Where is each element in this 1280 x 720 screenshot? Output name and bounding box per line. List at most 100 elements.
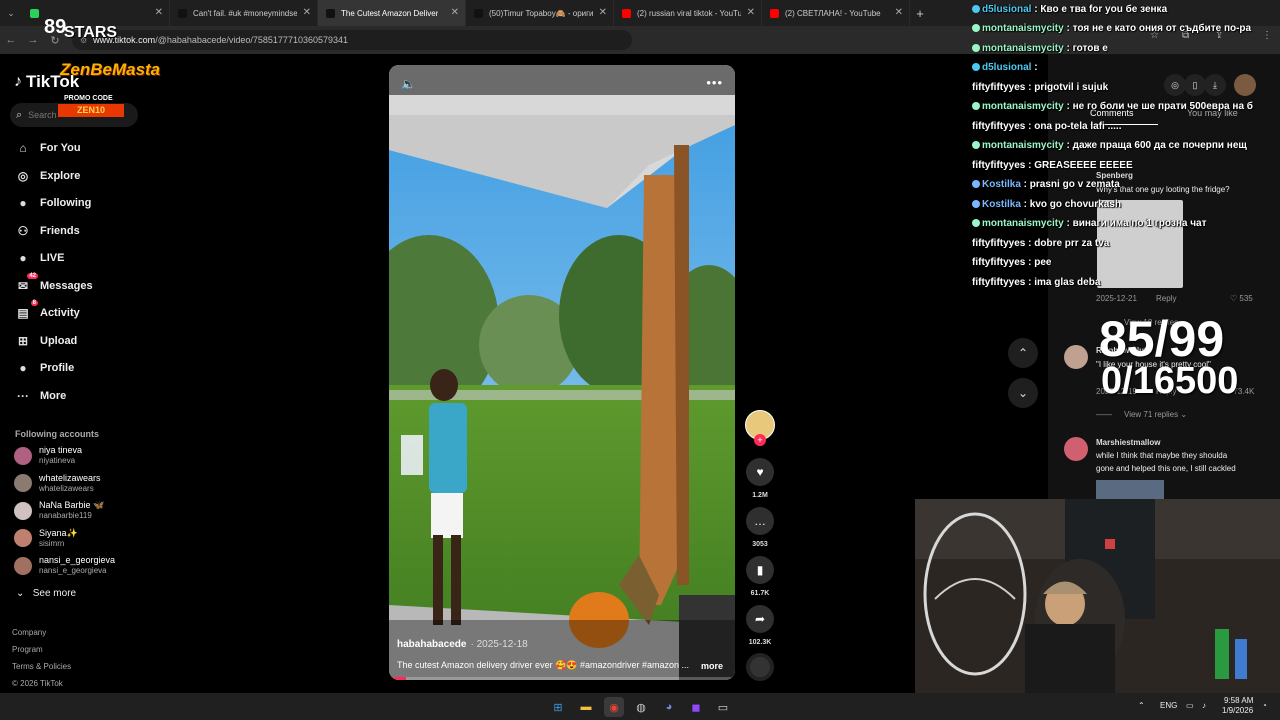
following-account[interactable]: nansi_e_georgieva nansi_e_georgieva [14, 555, 115, 576]
chat-username[interactable]: montanaismycity [982, 101, 1064, 112]
footer-link[interactable]: Program [12, 645, 43, 654]
comment-image[interactable] [1096, 480, 1164, 500]
menu-dots-icon[interactable]: ⋮ [1262, 30, 1272, 41]
twitch-icon[interactable]: ◼ [686, 697, 706, 717]
following-account[interactable]: Siyana✨ sisimrn [14, 528, 78, 549]
user-avatar[interactable] [1234, 74, 1256, 96]
view-replies-button[interactable]: View 71 replies ⌄ [1124, 410, 1187, 419]
close-tab-icon[interactable]: ✕ [747, 7, 755, 18]
chrome-icon[interactable]: ◉ [604, 697, 624, 717]
stars-count: 89 [44, 16, 67, 38]
chat-username[interactable]: Kostilka [982, 179, 1021, 190]
forward-icon[interactable]: → [22, 34, 44, 46]
obs-icon[interactable]: ◍ [631, 697, 651, 717]
chat-username[interactable]: montanaismycity [982, 140, 1064, 151]
clock-time[interactable]: 9:58 AM [1224, 696, 1253, 705]
sidebar-item-for-you[interactable]: ⌂ For You [14, 141, 80, 155]
video-author[interactable]: habahabacede · 2025-12-18 [397, 639, 528, 650]
chat-text: : ona po-tela lafi ..... [1025, 121, 1122, 132]
discord-icon[interactable]: ◕ [659, 697, 679, 717]
share-button[interactable]: ➦ [746, 605, 774, 633]
comment-like[interactable]: ♡ 535 [1230, 294, 1253, 303]
browser-tab[interactable]: The Cutest Amazon Deliver ✕ [318, 0, 466, 26]
sidebar-item-profile[interactable]: ● Profile [14, 361, 74, 375]
chat-username[interactable]: montanaismycity [982, 218, 1064, 229]
close-tab-icon[interactable]: ✕ [303, 7, 311, 18]
compass-icon[interactable]: ◎ [1164, 74, 1186, 96]
sidebar-item-activity[interactable]: ▤ 8 Activity [14, 300, 80, 320]
chat-username[interactable]: Kostilka [982, 199, 1021, 210]
sidebar-item-upload[interactable]: ⊞ Upload [14, 334, 77, 348]
browser-tab[interactable]: (2) russian viral tiktok - YouTub ✕ [614, 0, 762, 26]
sidebar-item-explore[interactable]: ◎ Explore [14, 169, 81, 183]
browser-tab[interactable]: Can't fail. #uk #moneymindset ✕ [170, 0, 318, 26]
description-more-button[interactable]: more [701, 661, 723, 671]
follow-plus-icon[interactable]: + [754, 434, 766, 446]
following-account[interactable]: whatelizawears whatelizawears [14, 473, 101, 494]
chat-username[interactable]: fiftyfiftyyes [972, 82, 1025, 93]
chat-username[interactable]: d5lusional [982, 62, 1031, 73]
chat-username[interactable]: fiftyfiftyyes [972, 160, 1025, 171]
volume-icon[interactable]: 🔈 [401, 77, 416, 91]
chat-username[interactable]: montanaismycity [982, 23, 1064, 34]
terminal-icon[interactable]: ▭ [713, 697, 733, 717]
sidebar-item-friends[interactable]: ⚇ Friends [14, 224, 80, 238]
start-icon[interactable]: ⊞ [548, 697, 568, 717]
chat-username[interactable]: d5lusional [982, 4, 1031, 15]
network-icon[interactable]: ▭ [1186, 701, 1194, 710]
sidebar-item-messages[interactable]: ✉ 42 Messages [14, 272, 93, 293]
music-disc-icon[interactable] [746, 653, 774, 681]
sidebar-item-more[interactable]: ··· More [14, 389, 66, 403]
volume-tray-icon[interactable]: ♪ [1202, 701, 1206, 710]
chat-username[interactable]: montanaismycity [982, 43, 1064, 54]
browser-tab[interactable]: (2) СВЕТЛАНА! - YouTube ✕ [762, 0, 910, 26]
chat-username[interactable]: fiftyfiftyyes [972, 257, 1025, 268]
comment-count: 3053 [752, 541, 768, 548]
next-video-button[interactable]: ⌄ [1008, 378, 1038, 408]
video-options-icon[interactable]: ••• [706, 75, 723, 90]
comment-image[interactable] [1097, 200, 1183, 288]
previous-video-button[interactable]: ⌃ [1008, 338, 1038, 368]
chat-badge-icon [972, 180, 980, 189]
chat-badge-icon [972, 102, 980, 111]
video-progress-bar[interactable] [389, 677, 735, 680]
close-tab-icon[interactable]: ✕ [599, 7, 607, 18]
chat-username[interactable]: fiftyfiftyyes [972, 238, 1025, 249]
tab-search-icon[interactable]: ⌄ [0, 8, 22, 19]
footer-link[interactable]: Company [12, 628, 46, 637]
footer-link[interactable]: Terms & Policies [12, 662, 71, 671]
notification-icon[interactable]: ◔ [1262, 701, 1267, 710]
video-player[interactable]: 🔈 ••• habahabacede · 2025-12-18 The cutes… [389, 65, 735, 680]
save-button[interactable]: ▮ [746, 556, 774, 584]
sidebar-item-live[interactable]: ● LIVE [14, 251, 64, 265]
download-icon[interactable]: ⤓ [1204, 74, 1226, 96]
see-more-button[interactable]: ⌄ See more [16, 588, 76, 599]
close-tab-icon[interactable]: ✕ [155, 7, 163, 18]
url-field[interactable]: ⚙ www.tiktok.com/@habahabacede/video/758… [72, 30, 632, 50]
sidebar-item-following[interactable]: ● Following [14, 196, 91, 210]
comment-avatar[interactable] [1064, 437, 1088, 461]
language-indicator[interactable]: ENG [1160, 701, 1177, 710]
chat-username[interactable]: fiftyfiftyyes [972, 277, 1025, 288]
browser-tab[interactable]: (50)Timur Topaboy🙈 - ориги ✕ [466, 0, 614, 26]
back-icon[interactable]: ← [0, 34, 22, 46]
comment-avatar[interactable] [1064, 345, 1088, 369]
following-account[interactable]: NaNa Barbie 🦋 nanabarbie119 [14, 500, 104, 521]
following-account[interactable]: niya tineva niyatineva [14, 445, 82, 466]
sidebar-item-label: Activity [40, 307, 80, 319]
close-tab-icon[interactable]: ✕ [895, 7, 903, 18]
following-accounts-heading: Following accounts [15, 429, 100, 439]
reply-button[interactable]: Reply [1156, 294, 1176, 303]
comment-user[interactable]: Marshiestmallow [1096, 438, 1160, 447]
comment-button[interactable]: … [746, 507, 774, 535]
tray-chevron-icon[interactable]: ⌃ [1138, 701, 1145, 710]
device-icon[interactable]: ▯ [1184, 74, 1206, 96]
chat-username[interactable]: fiftyfiftyyes [972, 121, 1025, 132]
close-tab-icon[interactable]: ✕ [451, 7, 459, 18]
like-button[interactable]: ♥ [746, 458, 774, 486]
clock-date[interactable]: 1/9/2026 [1222, 706, 1253, 715]
promo-label: PROMO CODE [64, 95, 113, 102]
tab-title: (50)Timur Topaboy🙈 - ориги [489, 8, 593, 18]
new-tab-button[interactable]: + [910, 6, 930, 21]
file-explorer-icon[interactable]: ▬ [576, 697, 596, 717]
